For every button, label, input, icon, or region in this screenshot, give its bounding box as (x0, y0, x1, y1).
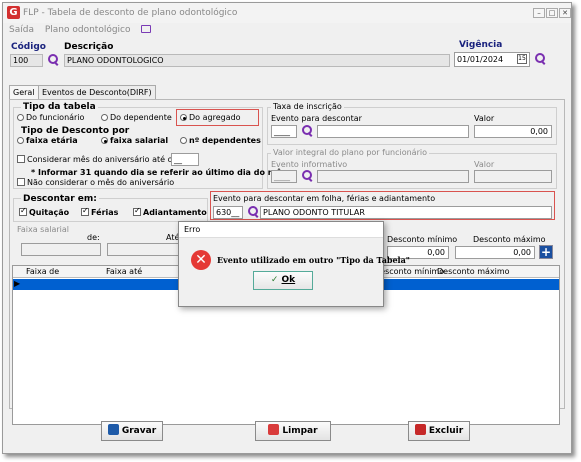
valor-integral-desc (317, 170, 469, 183)
checkbox-icon (81, 206, 89, 216)
taxa-valor-field[interactable]: 0,00 (474, 125, 552, 138)
radio-faixa-salarial[interactable]: faixa salarial (101, 136, 168, 145)
app-logo: G (7, 6, 20, 19)
calendar-icon[interactable]: 15 (517, 54, 527, 64)
desc-min-label: Desconto mínimo (387, 235, 458, 244)
minimize-button[interactable]: – (533, 8, 545, 18)
title-bar: G FLP - Tabela de desconto de plano odon… (3, 3, 571, 23)
faixa-salarial-label: Faixa salarial (17, 225, 70, 234)
codigo-field[interactable]: 100 (10, 54, 43, 67)
radio-circle-icon (180, 137, 187, 144)
ok-button[interactable]: ✓ Ok (253, 271, 313, 290)
valor-integral-valor-field[interactable] (474, 170, 552, 183)
taxa-evento-desc (317, 125, 469, 138)
menu-exit[interactable]: Saída (9, 25, 34, 35)
eraser-icon (268, 424, 280, 435)
check-quitacao[interactable]: Quitação (19, 206, 69, 217)
error-message: Evento utilizado em outro "Tipo da Tabel… (217, 255, 410, 265)
tab-eventos-dirf[interactable]: Eventos de Desconto(DIRF) (38, 85, 156, 99)
tab-geral[interactable]: Geral (9, 85, 39, 99)
desc-max-field[interactable]: 0,00 (455, 246, 535, 259)
row-pointer-icon: ▶ (14, 279, 21, 288)
desc-max-label: Desconto máximo (473, 235, 546, 244)
radio-circle-icon (17, 114, 24, 121)
check-icon: ✓ (270, 275, 279, 285)
valor-integral-search-icon[interactable] (301, 170, 313, 182)
radio-do-dependente[interactable]: Do dependente (101, 113, 172, 122)
window-title: FLP - Tabela de desconto de plano odonto… (23, 8, 238, 18)
col-desc-max[interactable]: Desconto máximo (437, 267, 510, 276)
radio-circle-icon (101, 114, 108, 121)
radio-circle-icon (180, 114, 187, 121)
taxa-evento-field[interactable]: ____ (271, 125, 297, 138)
save-icon (107, 424, 119, 435)
descontar-label: Descontar em: (21, 194, 99, 204)
informar-note: * Informar 31 quando dia se referir ao ú… (31, 168, 287, 177)
taxa-evento-label: Evento para descontar (271, 114, 362, 123)
valor-integral-evento-field[interactable]: ____ (271, 170, 297, 183)
checkbox-icon (17, 178, 25, 186)
radio-n-dependentes[interactable]: nº dependentes (180, 136, 261, 145)
checkbox-icon (133, 206, 141, 216)
taxa-label: Taxa de inscrição (271, 102, 344, 111)
check-considerar-aniversario[interactable]: Considerar mês do aniversário até o dia (17, 155, 187, 164)
screen-icon[interactable] (141, 25, 152, 33)
radio-do-funcionario[interactable]: Do funcionário (17, 113, 84, 122)
radio-do-agregado[interactable]: Do agregado (180, 113, 241, 122)
evento-folha-search-icon[interactable] (247, 206, 259, 218)
valor-integral-label: Valor integral do plano por funcionário (271, 148, 429, 157)
check-ferias[interactable]: Férias (81, 206, 118, 217)
faixa-de-label: de: (87, 233, 100, 242)
check-nao-considerar[interactable]: Não considerar o mês do aniversário (17, 178, 174, 187)
taxa-search-icon[interactable] (301, 125, 313, 137)
evento-folha-desc: PLANO ODONTO TITULAR (260, 206, 552, 219)
aniversario-day-field[interactable]: __ (171, 153, 199, 166)
codigo-search-icon[interactable] (47, 54, 59, 66)
radio-circle-icon (17, 137, 24, 144)
error-dialog: Erro ✕ Evento utilizado em outro "Tipo d… (178, 221, 410, 307)
col-faixa-de[interactable]: Faixa de (26, 267, 59, 276)
taxa-valor-label: Valor (474, 114, 495, 123)
descricao-label: Descrição (64, 42, 114, 52)
faixa-de-field[interactable] (21, 243, 101, 256)
valor-integral-valor-label: Valor (474, 160, 495, 169)
vigencia-label: Vigência (459, 40, 503, 50)
col-faixa-ate[interactable]: Faixa até (106, 267, 142, 276)
evento-folha-label: Evento para descontar em folha, férias e… (213, 194, 436, 203)
maximize-button[interactable]: □ (546, 8, 558, 18)
checkbox-icon (19, 206, 27, 216)
radio-circle-icon (101, 137, 108, 144)
menu-plan[interactable]: Plano odontológico (45, 25, 131, 35)
radio-faixa-etaria[interactable]: faixa etária (17, 136, 78, 145)
descricao-field[interactable]: PLANO ODONTOLOGICO (64, 54, 450, 67)
error-icon: ✕ (191, 250, 211, 270)
limpar-button[interactable]: Limpar (255, 421, 331, 441)
vigencia-search-icon[interactable] (534, 53, 546, 65)
dialog-title: Erro (179, 222, 383, 238)
tipo-tabela-label: Tipo da tabela (21, 102, 98, 112)
tipo-desconto-label: Tipo de Desconto por (21, 126, 130, 136)
evento-folha-code[interactable]: 630__ (213, 206, 243, 219)
valor-integral-evento-label: Evento informativo (271, 160, 348, 169)
add-button[interactable]: + (539, 245, 553, 259)
trash-icon (414, 424, 426, 435)
menu-bar: Saída Plano odontológico (9, 25, 159, 35)
col-desc-min[interactable]: Desconto mínimo (374, 267, 444, 276)
gravar-button[interactable]: Gravar (101, 421, 163, 441)
faixa-ate-field[interactable] (107, 243, 181, 256)
check-adiantamento[interactable]: Adiantamento (133, 206, 207, 217)
excluir-button[interactable]: Excluir (408, 421, 470, 441)
checkbox-icon (17, 155, 25, 163)
close-button[interactable]: ✕ (559, 8, 571, 18)
codigo-label: Código (11, 42, 46, 52)
